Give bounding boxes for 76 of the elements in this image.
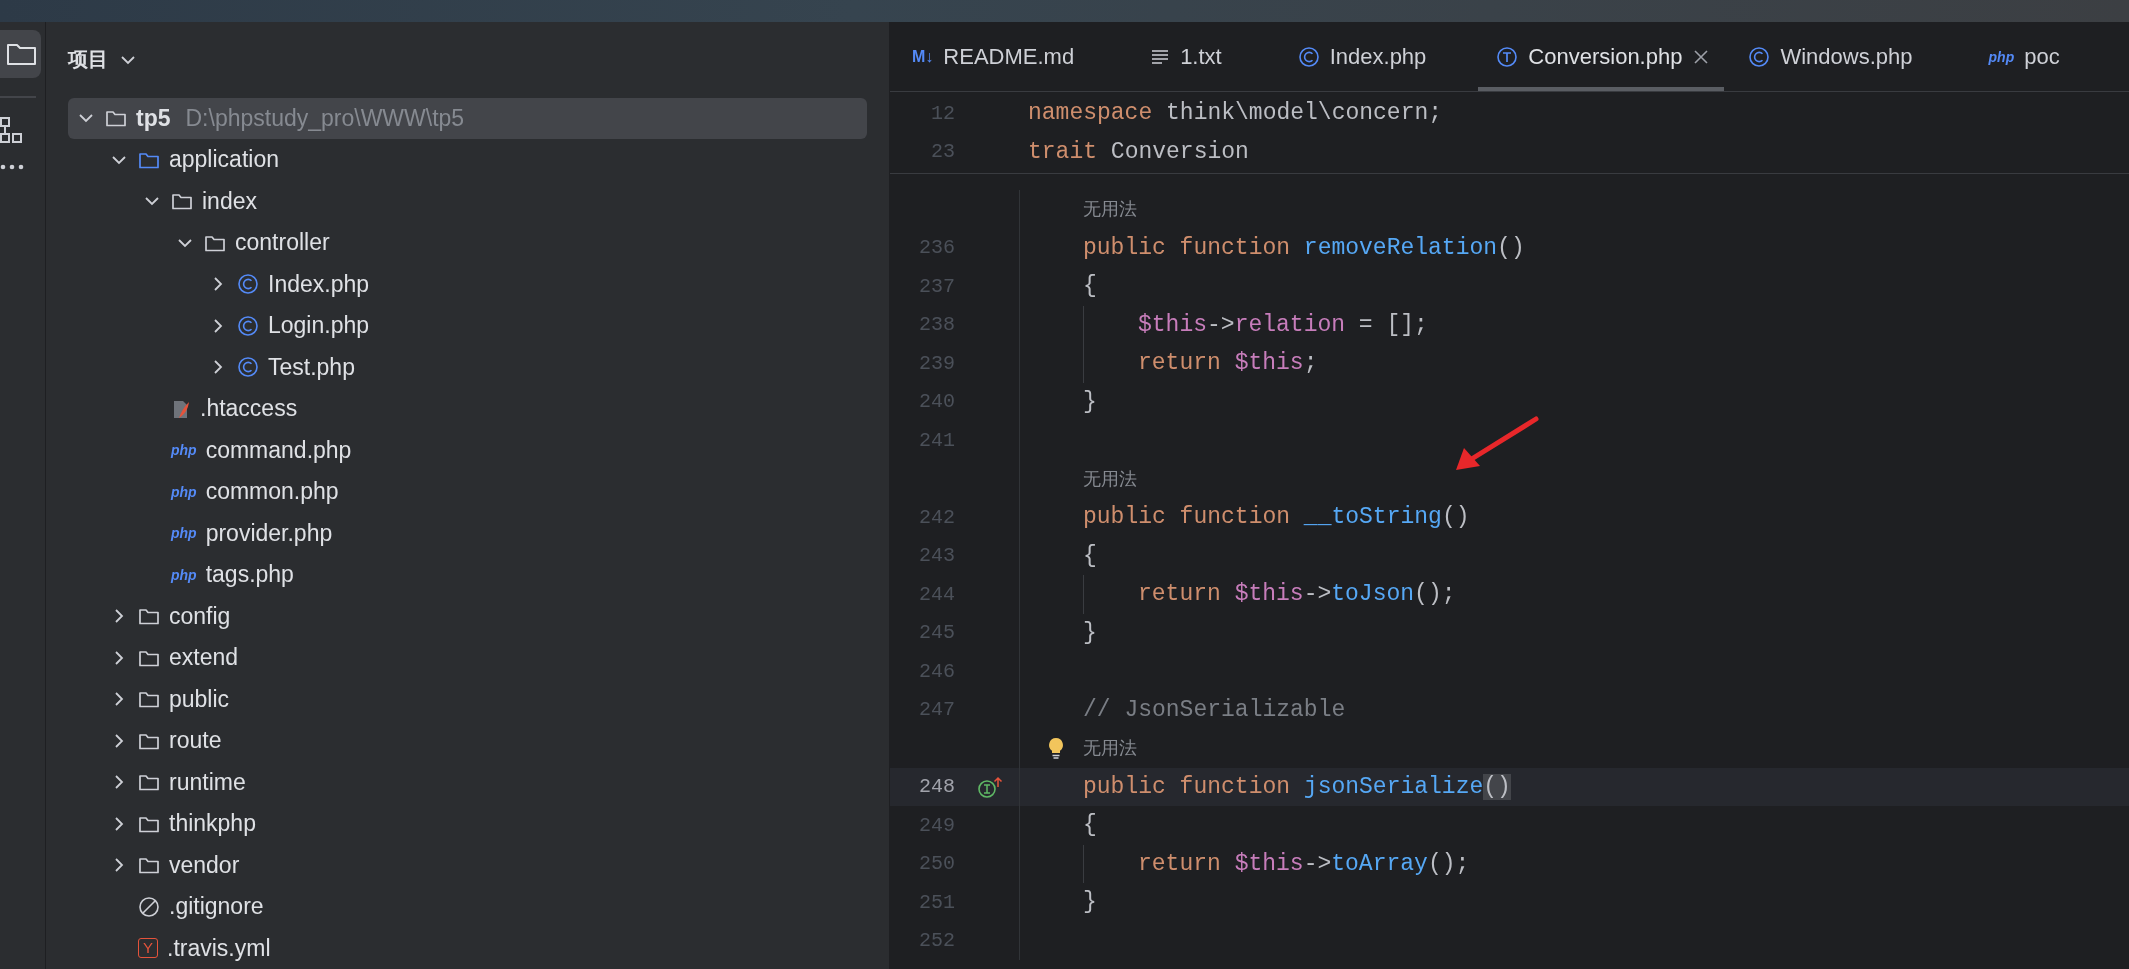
folder-icon (171, 191, 193, 212)
tree-item[interactable]: runtime (68, 761, 867, 803)
folder-icon (7, 41, 37, 67)
structure-icon (0, 116, 22, 146)
code-line: // JsonSerializable (1083, 696, 1346, 723)
folder-icon (138, 855, 160, 876)
tree-item[interactable]: config (68, 595, 867, 637)
structure-tool-button[interactable] (0, 116, 22, 146)
code-line: return $this; (1138, 350, 1318, 377)
tree-item[interactable]: php provider.php (68, 512, 867, 554)
php-file-icon: php (171, 442, 197, 459)
folder-icon (138, 772, 160, 793)
tree-item[interactable]: .gitignore (68, 886, 867, 928)
ignore-file-icon (138, 895, 160, 918)
code-line: { (1083, 273, 1097, 300)
tree-item[interactable]: .htaccess (68, 388, 867, 430)
tree-item[interactable]: extend (68, 637, 867, 679)
php-file-icon: php (171, 566, 197, 583)
tree-item[interactable]: index (68, 180, 867, 222)
tree-item[interactable]: public (68, 678, 867, 720)
tree-item[interactable]: application (68, 139, 867, 181)
editor-tab[interactable]: Index.php (1297, 22, 1465, 91)
folder-icon (105, 108, 127, 129)
class-icon (1297, 45, 1320, 68)
code-line: } (1083, 889, 1097, 916)
php-file-icon: php (171, 525, 197, 542)
tree-item[interactable]: Y .travis.yml (68, 927, 867, 969)
tree-item[interactable]: controller (68, 222, 867, 264)
code-line: public function removeRelation() (1083, 234, 1525, 261)
folder-icon (138, 689, 160, 710)
more-icon (0, 164, 24, 170)
close-icon (1692, 47, 1711, 66)
class-icon (237, 314, 259, 337)
usage-hint[interactable]: 无用法 (1083, 736, 1137, 761)
tree-item[interactable]: php common.php (68, 471, 867, 513)
usage-hint[interactable]: 无用法 (1083, 197, 1137, 222)
markdown-icon: M↓ (912, 47, 934, 66)
editor-tab[interactable]: Windows.php (1748, 22, 1951, 91)
code-line: { (1083, 542, 1097, 569)
tree-item[interactable]: tp5 D:\phpstudy_pro\WWW\tp5 (68, 97, 867, 139)
panel-title[interactable]: 项目 (68, 46, 108, 74)
tree-item[interactable]: route (68, 720, 867, 762)
code-line: { (1083, 812, 1097, 839)
line-number: 248 (918, 775, 955, 799)
tree-item[interactable]: Test.php (68, 346, 867, 388)
tree-item[interactable]: Index.php (68, 263, 867, 305)
yaml-file-icon: Y (138, 938, 158, 959)
tree-item[interactable]: php command.php (68, 429, 867, 471)
sticky-code-line: trait Conversion (1028, 138, 1249, 165)
php-file-icon: php (171, 483, 197, 500)
php-file-icon: php (1988, 48, 2015, 65)
sticky-code-line: namespace think\model\concern; (1028, 100, 1443, 127)
editor-tab[interactable]: Conversion.php (1478, 22, 1725, 91)
editor-tab[interactable]: M↓ README.md (912, 22, 1113, 91)
class-icon (1748, 45, 1771, 68)
class-icon (237, 273, 259, 296)
editor-tab[interactable]: php poc (1988, 22, 2098, 91)
code-line: } (1083, 619, 1097, 646)
more-tools-button[interactable] (0, 164, 24, 170)
tree-item[interactable]: php tags.php (68, 554, 867, 596)
class-icon (237, 356, 259, 379)
code-line: $this->relation = []; (1138, 311, 1428, 338)
project-tool-button[interactable] (0, 30, 41, 78)
code-line: } (1083, 388, 1097, 415)
code-line: return $this->toJson(); (1138, 581, 1456, 608)
usage-hint[interactable]: 无用法 (1083, 466, 1137, 491)
tree-item[interactable]: Login.php (68, 305, 867, 347)
editor-tab[interactable]: 1.txt (1150, 22, 1260, 91)
code-line: public function jsonSerialize() (1083, 773, 1511, 800)
code-line: return $this->toArray(); (1138, 850, 1470, 877)
tree-item[interactable]: vendor (68, 844, 867, 886)
trait-icon (1496, 45, 1519, 68)
folder-icon (138, 606, 160, 627)
implements-marker-icon (977, 775, 1003, 798)
code-line: public function __toString() (1083, 504, 1470, 531)
tree-item[interactable]: thinkphp (68, 803, 867, 845)
